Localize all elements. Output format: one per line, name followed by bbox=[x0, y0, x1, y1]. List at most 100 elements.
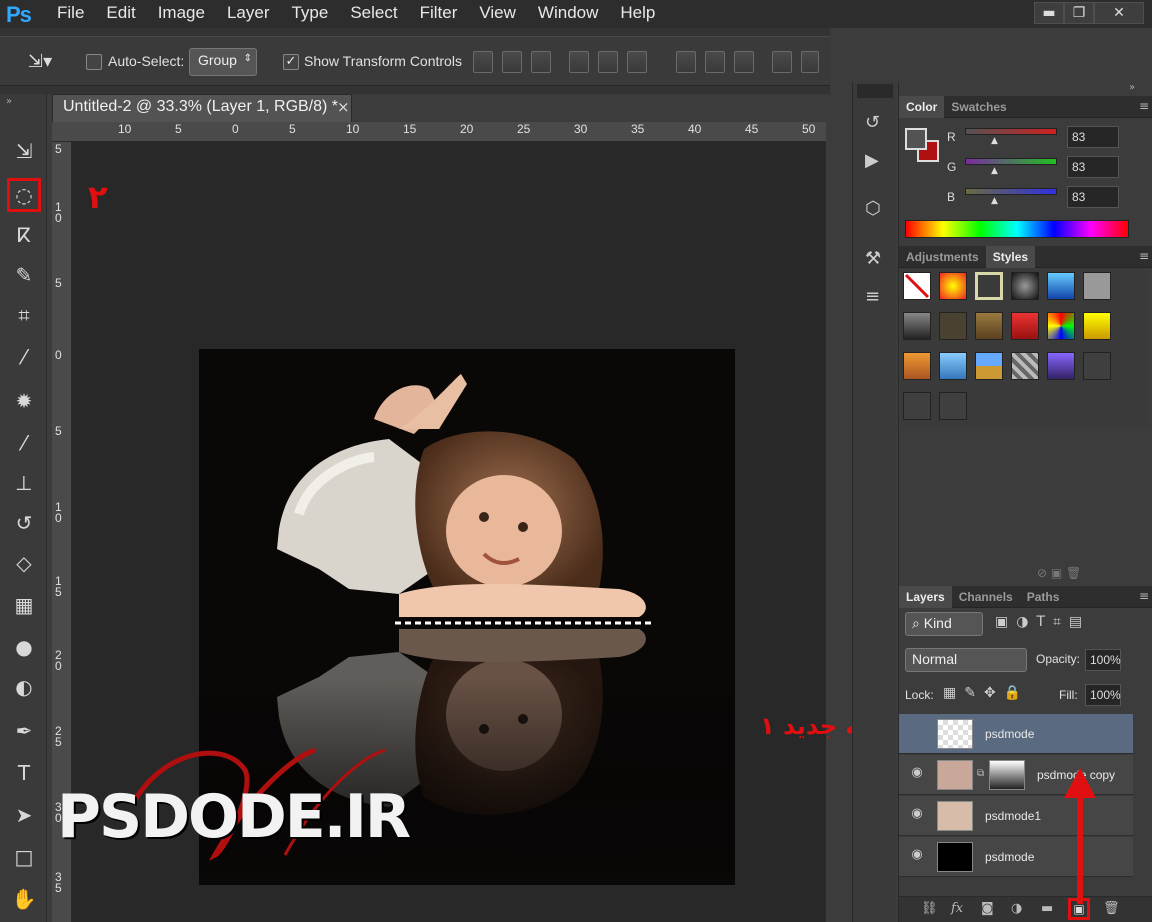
color-b-value[interactable]: 83 bbox=[1067, 186, 1119, 208]
style-swatch[interactable] bbox=[1083, 312, 1111, 340]
layer-filter-icons[interactable]: ▣◑T⌗▤ bbox=[995, 614, 1090, 630]
blend-mode-dropdown[interactable]: Normal bbox=[905, 648, 1027, 672]
dodge-tool-icon[interactable]: ◐ bbox=[9, 672, 39, 702]
menu-window[interactable]: Window bbox=[527, 0, 609, 28]
style-swatch[interactable] bbox=[1011, 272, 1039, 300]
style-none-swatch[interactable] bbox=[903, 272, 931, 300]
layer-kind-filter[interactable]: ⌕ Kind bbox=[905, 612, 983, 636]
crop-tool-icon[interactable]: ⌗ bbox=[9, 300, 39, 330]
eyedropper-tool-icon[interactable]: ⁄ bbox=[9, 342, 39, 372]
r-slider-handle-icon[interactable]: ▲ bbox=[991, 136, 998, 146]
menu-view[interactable]: View bbox=[468, 0, 527, 28]
link-layers-icon[interactable]: ⛓ bbox=[921, 901, 938, 916]
pen-tool-icon[interactable]: ✒ bbox=[9, 716, 39, 746]
show-transform-checkbox[interactable]: ✓ bbox=[283, 54, 299, 70]
history-brush-tool-icon[interactable]: ↺ bbox=[9, 508, 39, 538]
3d-icon[interactable]: ⬡ bbox=[865, 198, 881, 219]
distribute-hcenter-icon[interactable] bbox=[801, 51, 819, 73]
color-g-value[interactable]: 83 bbox=[1067, 156, 1119, 178]
restore-button[interactable]: ❐ bbox=[1064, 2, 1094, 24]
style-swatch[interactable] bbox=[1083, 272, 1111, 300]
visibility-eye-icon[interactable]: ◉ bbox=[907, 847, 927, 867]
new-group-icon[interactable]: ▬ bbox=[1041, 901, 1053, 916]
b-slider-handle-icon[interactable]: ▲ bbox=[991, 196, 998, 206]
align-left-icon[interactable] bbox=[569, 51, 589, 73]
tab-channels[interactable]: Channels bbox=[952, 586, 1020, 608]
healing-brush-tool-icon[interactable]: ✹ bbox=[9, 386, 39, 416]
panel-menu-icon[interactable]: ≡ bbox=[1139, 589, 1149, 603]
move-tool-preset-icon[interactable]: ⇲▾ bbox=[28, 51, 52, 72]
menu-filter[interactable]: Filter bbox=[409, 0, 469, 28]
style-swatch[interactable] bbox=[939, 392, 967, 420]
style-swatch[interactable] bbox=[939, 352, 967, 380]
distribute-left-icon[interactable] bbox=[772, 51, 792, 73]
styles-footer-icons[interactable]: ⊘ ▣ 🗑 bbox=[1037, 566, 1081, 580]
layer-row[interactable]: psdmode bbox=[899, 714, 1133, 754]
visibility-eye-icon[interactable]: ◉ bbox=[907, 765, 927, 785]
style-swatch[interactable] bbox=[939, 272, 967, 300]
actions-play-icon[interactable]: ▶ bbox=[865, 150, 879, 171]
color-b-slider[interactable] bbox=[965, 188, 1057, 195]
style-swatch[interactable] bbox=[975, 312, 1003, 340]
distribute-vcenter-icon[interactable] bbox=[705, 51, 725, 73]
add-mask-icon[interactable]: ◙ bbox=[981, 901, 994, 916]
align-right-icon[interactable] bbox=[627, 51, 647, 73]
color-r-slider[interactable] bbox=[965, 128, 1057, 135]
tool-presets-icon[interactable]: ⚒ bbox=[865, 248, 881, 269]
color-r-value[interactable]: 83 bbox=[1067, 126, 1119, 148]
align-vcenter-icon[interactable] bbox=[502, 51, 522, 73]
toolbox-collapse-icon[interactable]: » bbox=[6, 96, 12, 107]
fill-value[interactable]: 100% bbox=[1085, 684, 1121, 706]
properties-icon[interactable]: ≡ bbox=[865, 286, 880, 307]
brush-tool-icon[interactable]: ⁄ bbox=[9, 428, 39, 458]
align-bottom-icon[interactable] bbox=[531, 51, 551, 73]
tab-styles[interactable]: Styles bbox=[985, 246, 1036, 268]
opacity-value[interactable]: 100% bbox=[1085, 649, 1121, 671]
style-swatch[interactable] bbox=[975, 272, 1003, 300]
type-tool-icon[interactable]: T bbox=[9, 758, 39, 788]
auto-select-checkbox[interactable] bbox=[86, 54, 102, 70]
style-swatch[interactable] bbox=[1047, 312, 1075, 340]
distribute-top-icon[interactable] bbox=[676, 51, 696, 73]
style-swatch[interactable] bbox=[975, 352, 1003, 380]
distribute-bottom-icon[interactable] bbox=[734, 51, 754, 73]
rectangle-tool-icon[interactable]: □ bbox=[9, 842, 39, 872]
align-hcenter-icon[interactable] bbox=[598, 51, 618, 73]
panel-menu-icon[interactable]: ≡ bbox=[1139, 249, 1149, 263]
menu-file[interactable]: File bbox=[46, 0, 95, 28]
visibility-eye-icon[interactable] bbox=[907, 724, 927, 744]
panels-collapse-icon[interactable]: » bbox=[1129, 82, 1135, 93]
quick-selection-tool-icon[interactable]: ✎ bbox=[9, 260, 39, 290]
menu-help[interactable]: Help bbox=[609, 0, 666, 28]
document-tab[interactable]: Untitled-2 @ 33.3% (Layer 1, RGB/8) * × bbox=[52, 94, 352, 122]
menu-layer[interactable]: Layer bbox=[216, 0, 281, 28]
history-icon[interactable]: ↺ bbox=[865, 112, 880, 133]
style-swatch[interactable] bbox=[903, 352, 931, 380]
tab-paths[interactable]: Paths bbox=[1020, 586, 1067, 608]
foreground-color-swatch[interactable] bbox=[905, 128, 927, 150]
menu-select[interactable]: Select bbox=[339, 0, 408, 28]
style-swatch[interactable] bbox=[903, 312, 931, 340]
fx-icon[interactable]: fx bbox=[951, 901, 963, 916]
move-tool-icon[interactable]: ⇲ bbox=[9, 136, 39, 166]
trash-icon[interactable]: 🗑 bbox=[1103, 901, 1120, 916]
clone-stamp-tool-icon[interactable]: ⊥ bbox=[9, 468, 39, 498]
style-swatch[interactable] bbox=[1083, 352, 1111, 380]
visibility-eye-icon[interactable]: ◉ bbox=[907, 806, 927, 826]
style-swatch[interactable] bbox=[903, 392, 931, 420]
menu-type[interactable]: Type bbox=[280, 0, 339, 28]
ellipse-marquee-tool-icon[interactable]: ◌ bbox=[7, 178, 41, 212]
align-top-icon[interactable] bbox=[473, 51, 493, 73]
style-swatch[interactable] bbox=[1011, 312, 1039, 340]
path-selection-tool-icon[interactable]: ➤ bbox=[9, 800, 39, 830]
color-g-slider[interactable] bbox=[965, 158, 1057, 165]
layer-mask-thumbnail[interactable] bbox=[989, 760, 1025, 790]
g-slider-handle-icon[interactable]: ▲ bbox=[991, 166, 998, 176]
style-swatch[interactable] bbox=[1011, 352, 1039, 380]
close-button[interactable]: ✕ bbox=[1094, 2, 1144, 24]
lock-icons[interactable]: ▦✎✥🔒 bbox=[943, 685, 1029, 701]
adjustment-layer-icon[interactable]: ◑ bbox=[1011, 901, 1022, 916]
tab-layers[interactable]: Layers bbox=[899, 586, 952, 608]
color-spectrum-bar[interactable] bbox=[905, 220, 1129, 238]
menu-edit[interactable]: Edit bbox=[95, 0, 146, 28]
